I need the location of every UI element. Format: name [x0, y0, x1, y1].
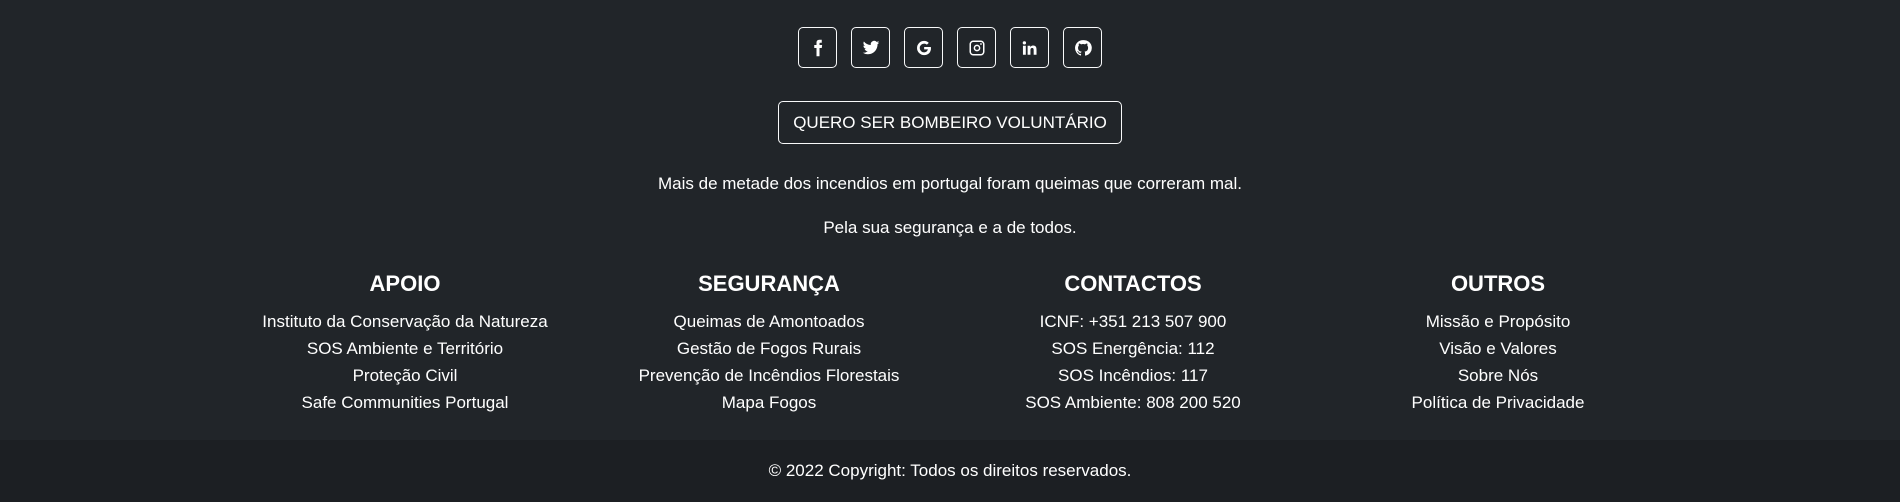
list-item: SOS Ambiente: 808 200 520: [933, 389, 1333, 416]
footer-link[interactable]: Instituto da Conservação da Natureza: [262, 312, 547, 331]
list-item: Safe Communities Portugal: [205, 389, 605, 416]
footer-link[interactable]: Sobre Nós: [1458, 366, 1538, 385]
footer-link[interactable]: Proteção Civil: [353, 366, 458, 385]
facebook-button[interactable]: [798, 27, 837, 68]
column-title: OUTROS: [1450, 271, 1546, 296]
column-apoio: APOIO Instituto da Conservação da Nature…: [205, 270, 605, 416]
github-button[interactable]: [1063, 27, 1102, 68]
linkedin-button[interactable]: [1010, 27, 1049, 68]
list-item: Visão e Valores: [1298, 335, 1698, 362]
footer-link[interactable]: SOS Ambiente e Território: [307, 339, 503, 358]
footer-link[interactable]: Mapa Fogos: [722, 393, 817, 412]
list-item: Proteção Civil: [205, 362, 605, 389]
link-list: Queimas de Amontoados Gestão de Fogos Ru…: [569, 308, 969, 416]
instagram-icon: [969, 40, 984, 55]
footer-message-2: Pela sua segurança e a de todos.: [823, 218, 1077, 237]
twitter-button[interactable]: [851, 27, 890, 68]
list-item: Mapa Fogos: [569, 389, 969, 416]
list-item: Queimas de Amontoados: [569, 308, 969, 335]
list-item: Gestão de Fogos Rurais: [569, 335, 969, 362]
twitter-icon: [862, 40, 879, 54]
footer-link[interactable]: Safe Communities Portugal: [302, 393, 509, 412]
contact-link[interactable]: SOS Incêndios: 117: [1058, 366, 1208, 385]
footer-link[interactable]: Política de Privacidade: [1412, 393, 1585, 412]
list-item: Sobre Nós: [1298, 362, 1698, 389]
google-icon: [916, 40, 931, 55]
google-button[interactable]: [904, 27, 943, 68]
list-item: Missão e Propósito: [1298, 308, 1698, 335]
site-footer: QUERO SER BOMBEIRO VOLUNTÁRIO Mais de me…: [0, 0, 1900, 502]
footer-link[interactable]: Gestão de Fogos Rurais: [677, 339, 861, 358]
list-item: Política de Privacidade: [1298, 389, 1698, 416]
column-title: CONTACTOS: [1064, 271, 1202, 296]
list-item: Instituto da Conservação da Natureza: [205, 308, 605, 335]
column-outros: OUTROS Missão e Propósito Visão e Valore…: [1298, 270, 1698, 416]
column-contactos: CONTACTOS ICNF: +351 213 507 900 SOS Ene…: [933, 270, 1333, 416]
list-item: SOS Incêndios: 117: [933, 362, 1333, 389]
copyright-bar: © 2022 Copyright: Todos os direitos rese…: [0, 440, 1900, 502]
copyright-text: © 2022 Copyright: Todos os direitos rese…: [768, 461, 1132, 480]
cta-wrapper: QUERO SER BOMBEIRO VOLUNTÁRIO: [0, 101, 1900, 144]
column-title: SEGURANÇA: [698, 271, 840, 296]
github-icon: [1074, 39, 1092, 56]
instagram-button[interactable]: [957, 27, 996, 68]
list-item: SOS Energência: 112: [933, 335, 1333, 362]
list-item: ICNF: +351 213 507 900: [933, 308, 1333, 335]
footer-link[interactable]: Visão e Valores: [1439, 339, 1557, 358]
link-list: Instituto da Conservação da Natureza SOS…: [205, 308, 605, 416]
link-list: Missão e Propósito Visão e Valores Sobre…: [1298, 308, 1698, 416]
contact-link[interactable]: ICNF: +351 213 507 900: [1040, 312, 1227, 331]
social-links: [0, 27, 1900, 68]
link-list: ICNF: +351 213 507 900 SOS Energência: 1…: [933, 308, 1333, 416]
contact-link[interactable]: SOS Energência: 112: [1051, 339, 1214, 358]
footer-link[interactable]: Missão e Propósito: [1426, 312, 1571, 331]
facebook-icon: [813, 39, 822, 56]
linkedin-icon: [1022, 40, 1037, 55]
column-seguranca: SEGURANÇA Queimas de Amontoados Gestão d…: [569, 270, 969, 416]
footer-message-1: Mais de metade dos incendios em portugal…: [658, 174, 1242, 193]
list-item: Prevenção de Incêndios Florestais: [569, 362, 969, 389]
footer-link[interactable]: Prevenção de Incêndios Florestais: [639, 366, 900, 385]
contact-link[interactable]: SOS Ambiente: 808 200 520: [1025, 393, 1241, 412]
volunteer-button[interactable]: QUERO SER BOMBEIRO VOLUNTÁRIO: [778, 101, 1122, 144]
footer-link[interactable]: Queimas de Amontoados: [674, 312, 865, 331]
list-item: SOS Ambiente e Território: [205, 335, 605, 362]
column-title: APOIO: [369, 271, 441, 296]
